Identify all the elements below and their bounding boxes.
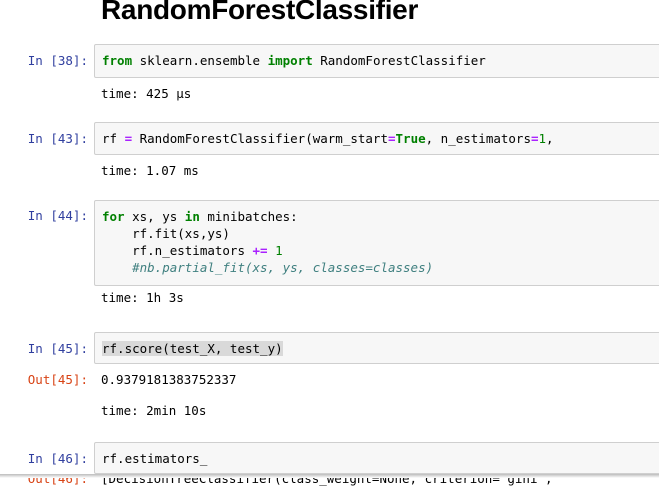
code-token: = <box>530 131 539 146</box>
cell-43-time: time: 1.07 ms <box>101 163 199 178</box>
code-token: 1 <box>275 243 283 258</box>
code-line: rf.fit(xs,ys) <box>102 225 659 242</box>
cell-45-prompt: In [45]: <box>27 341 88 356</box>
cell-45-output: 0.9379181383752337 <box>101 372 237 387</box>
cell-38-time: time: 425 μs <box>101 86 192 101</box>
code-token: rf.fit(xs,ys) <box>102 226 230 241</box>
cell-46-code-input[interactable]: rf.estimators_ <box>94 442 659 474</box>
output-text: [DecisionTreeClassifier(class_weight=Non… <box>101 478 553 486</box>
code-token: sklearn.ensemble <box>132 53 268 68</box>
code-line: from sklearn.ensemble import RandomFores… <box>102 52 659 69</box>
cell-46-out-prompt: Out[46]: <box>0 478 88 491</box>
code-token: xs, ys <box>124 209 185 224</box>
comment-token: #nb.partial_fit(xs, ys, classes=classes) <box>132 260 434 275</box>
code-line: rf.score(test_X, test_y) <box>102 340 659 357</box>
cell-44-time: time: 1h 3s <box>101 290 184 305</box>
code-token: rf <box>102 131 125 146</box>
cell-45-time: time: 2min 10s <box>101 403 207 418</box>
code-token: rf.estimators_ <box>102 451 208 466</box>
keyword-token: from <box>102 53 133 68</box>
code-token: RandomForestClassifier(warm_start <box>132 131 388 146</box>
code-line: rf.n_estimators += 1 <box>102 242 659 259</box>
cell-45-out-prompt: Out[45]: <box>27 372 88 387</box>
keyword-token: True <box>395 131 426 146</box>
code-token: rf.score(test_X, test_y) <box>102 341 283 356</box>
code-line: rf = RandomForestClassifier(warm_start=T… <box>102 130 659 147</box>
cell-43-prompt: In [43]: <box>27 131 88 146</box>
code-token: += <box>252 243 268 258</box>
keyword-token: in <box>184 209 200 224</box>
keyword-token: import <box>267 53 313 68</box>
code-token: , <box>546 131 554 146</box>
code-line: #nb.partial_fit(xs, ys, classes=classes) <box>102 259 659 276</box>
cell-38-prompt: In [38]: <box>27 53 88 68</box>
code-token: minibatches: <box>199 209 298 224</box>
cell-46-output: [DecisionTreeClassifier(class_weight=Non… <box>101 478 553 491</box>
out-prompt-text: Out[46]: <box>27 478 88 486</box>
cell-44-prompt: In [44]: <box>27 208 88 223</box>
code-token: = <box>387 131 396 146</box>
keyword-token: for <box>102 209 125 224</box>
cell-44-code-input[interactable]: for xs, ys in minibatches: rf.fit(xs,ys)… <box>94 200 659 286</box>
cell-43-code-input[interactable]: rf = RandomForestClassifier(warm_start=T… <box>94 122 659 155</box>
code-line: for xs, ys in minibatches: <box>102 208 659 225</box>
cell-38-code-input[interactable]: from sklearn.ensemble import RandomFores… <box>94 44 659 78</box>
code-token: , n_estimators <box>425 131 531 146</box>
code-token: 1 <box>538 131 547 146</box>
cell-46-prompt: In [46]: <box>27 451 88 466</box>
code-line: rf.estimators_ <box>102 450 659 467</box>
code-token: = <box>124 131 133 146</box>
section-heading: RandomForestClassifier <box>101 0 419 25</box>
code-token: RandomForestClassifier <box>312 53 486 68</box>
code-token: rf.n_estimators <box>102 243 253 258</box>
cell-45-code-input[interactable]: rf.score(test_X, test_y) <box>94 332 659 364</box>
